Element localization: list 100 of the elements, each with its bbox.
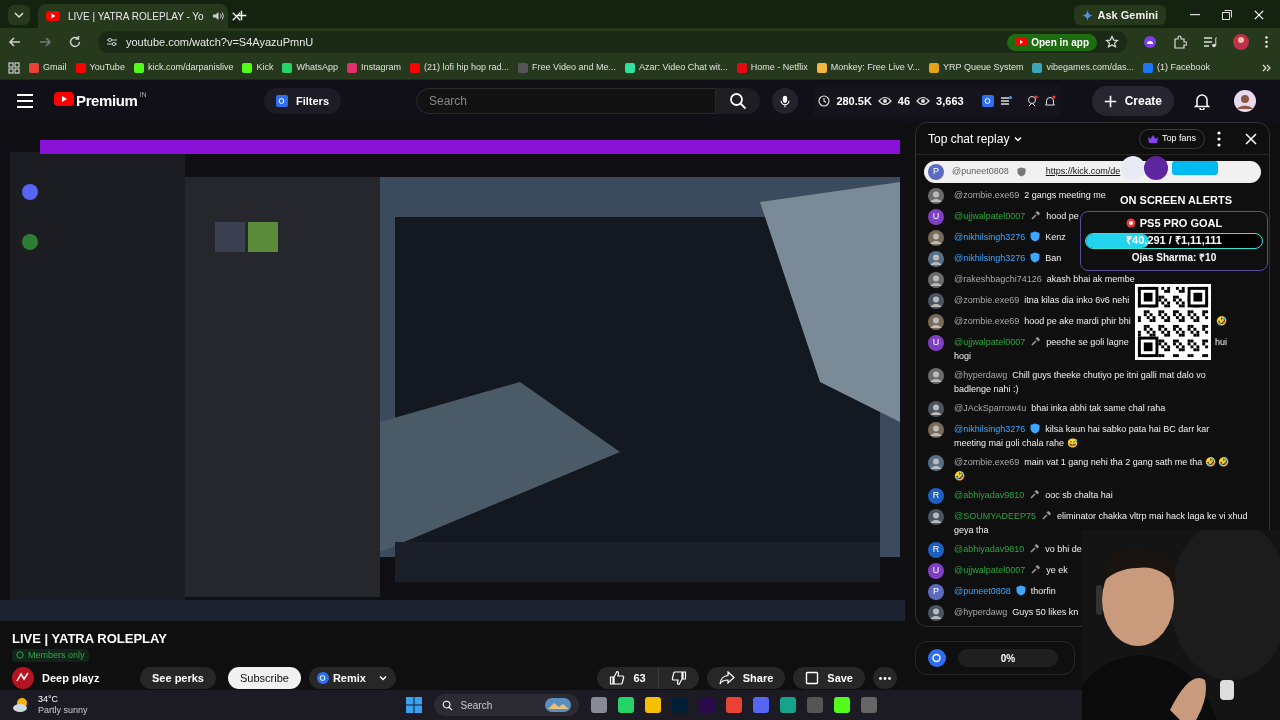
more-button[interactable] — [873, 667, 897, 689]
bookmark-link[interactable]: (1) Facebook — [1143, 60, 1210, 75]
start-icon[interactable] — [405, 697, 422, 713]
taskbar-search[interactable]: Search — [433, 694, 579, 716]
chat-author[interactable]: @zombie.exe69 — [954, 187, 1020, 202]
like-button[interactable]: 63 — [597, 667, 658, 689]
chat-author[interactable]: @zombie.exe69 — [954, 313, 1020, 328]
shield-icon — [1030, 423, 1041, 434]
more-icon[interactable] — [1217, 130, 1221, 147]
create-button[interactable]: Create — [1091, 86, 1174, 116]
ask-gemini-button[interactable]: Ask Gemini — [1074, 5, 1166, 25]
qr-code-icon — [1134, 284, 1212, 360]
remix-button[interactable]: Remix — [308, 667, 396, 689]
weather-icon[interactable] — [12, 697, 30, 713]
chat-author[interactable]: @ujjwalpatel0007 — [954, 562, 1026, 577]
channel-avatar-icon[interactable] — [12, 667, 34, 689]
media-icon[interactable] — [1203, 36, 1217, 48]
bookmark-link[interactable]: Azar: Video Chat wit... — [624, 60, 728, 75]
bookmark-link[interactable]: Kick — [242, 60, 274, 75]
see-perks-button[interactable]: See perks — [140, 667, 216, 689]
chat-author[interactable]: @ujjwalpatel0007 — [954, 208, 1026, 223]
puzzle-icon[interactable] — [1173, 35, 1187, 49]
chat-message: Ban — [1045, 251, 1062, 265]
avatar-icon — [928, 229, 944, 246]
bookmark-link[interactable]: (21) lofi hip hop rad... — [410, 60, 510, 75]
chat-author[interactable]: @nikhilsingh3276 — [954, 250, 1026, 265]
more-icon[interactable] — [1265, 36, 1268, 48]
bookmark-star-icon[interactable] — [1105, 35, 1119, 49]
chat-author[interactable]: @hyperdawg — [954, 367, 1008, 382]
apps-icon[interactable] — [8, 61, 20, 74]
bookmark-link[interactable]: YRP Queue System — [929, 60, 1024, 75]
chat-author[interactable]: @nikhilsingh3276 — [954, 229, 1026, 244]
search-button[interactable] — [716, 88, 760, 114]
address-bar[interactable]: youtube.com/watch?v=S4AyazuPmnU Open in app — [98, 31, 1127, 53]
chat-author[interactable]: @JAckSparrow4u — [954, 400, 1027, 415]
share-button[interactable]: Share — [706, 667, 786, 689]
extension-icon[interactable] — [1143, 35, 1157, 49]
back-icon[interactable] — [8, 35, 22, 49]
bookmark-link[interactable]: kick.com/darpanislive — [133, 60, 234, 75]
search-field[interactable]: Search — [416, 88, 716, 114]
award-icon[interactable] — [1025, 95, 1038, 107]
app-icon[interactable] — [779, 697, 796, 713]
open-in-app-button[interactable]: Open in app — [1007, 33, 1097, 51]
bookmark-link[interactable]: Gmail — [29, 60, 67, 75]
tab-list-icon[interactable] — [8, 5, 30, 25]
meter-app-icon[interactable] — [928, 649, 946, 667]
site-settings-icon[interactable] — [106, 37, 118, 47]
extension-icon[interactable] — [981, 95, 994, 107]
close-icon[interactable] — [1254, 10, 1264, 20]
overflow-chevron-icon[interactable] — [1262, 63, 1272, 72]
folder-icon[interactable] — [644, 697, 661, 713]
user-avatar-icon[interactable] — [1234, 90, 1256, 112]
chat-author[interactable]: @abhiyadav9810 — [954, 487, 1025, 502]
play-icon[interactable] — [833, 697, 850, 713]
chat-app-icon[interactable] — [617, 697, 634, 713]
restore-icon[interactable] — [1222, 10, 1232, 20]
chat-author[interactable]: @rakeshbagchi74126 — [954, 271, 1042, 286]
chat-author[interactable]: @puneet0808 — [954, 583, 1011, 598]
chat-message: Kenz — [1045, 230, 1066, 244]
bookmark-link[interactable]: vibegames.com/das... — [1032, 60, 1134, 75]
chat-author[interactable]: @nikhilsingh3276 — [954, 421, 1026, 436]
menu-icon[interactable] — [16, 94, 34, 108]
speaker-icon[interactable] — [211, 11, 224, 21]
app-icon[interactable] — [860, 697, 877, 713]
filters-button[interactable]: Filters — [264, 88, 341, 114]
bookmark-link[interactable]: WhatsApp — [282, 60, 338, 75]
profile-avatar-icon[interactable] — [1233, 34, 1249, 50]
minimize-icon[interactable] — [1190, 14, 1200, 16]
subscribe-button[interactable]: Subscribe — [228, 667, 301, 689]
chat-author[interactable]: @abhiyadav9810 — [954, 541, 1025, 556]
bookmark-link[interactable]: Home - Netflix — [736, 60, 808, 75]
chat-mode-dropdown[interactable]: Top chat replay — [928, 129, 1024, 148]
pinned-link[interactable]: https://kick.com/de — [1045, 165, 1121, 179]
window-icon[interactable] — [590, 697, 607, 713]
bell-icon[interactable] — [1043, 95, 1056, 107]
bookmark-link[interactable]: YouTube — [75, 60, 125, 75]
notifications-icon[interactable] — [1194, 92, 1210, 110]
chat-author[interactable]: @ujjwalpatel0007 — [954, 334, 1026, 349]
channel-name[interactable]: Deep playz — [42, 669, 132, 687]
browser-icon[interactable] — [725, 697, 742, 713]
dislike-button[interactable] — [657, 667, 699, 689]
chat-author[interactable]: @SOUMYADEEP75 — [954, 508, 1036, 523]
voice-search-button[interactable] — [772, 88, 798, 114]
close-icon[interactable] — [1245, 132, 1257, 145]
premium-logo-text[interactable]: Premium — [76, 89, 138, 113]
bookmark-link[interactable]: Instagram — [346, 60, 401, 75]
forward-icon[interactable] — [38, 35, 52, 49]
bookmark-link[interactable]: Monkey: Free Live V... — [816, 60, 921, 75]
reload-icon[interactable] — [68, 35, 82, 49]
chat-app-icon[interactable] — [752, 697, 769, 713]
youtube-logo-icon[interactable] — [54, 91, 74, 106]
chat-author[interactable]: @puneet0808 — [952, 165, 1009, 179]
list-icon[interactable] — [999, 96, 1012, 106]
save-button[interactable]: Save — [793, 667, 865, 689]
chat-author[interactable]: @zombie.exe69 — [954, 292, 1020, 307]
bookmark-link[interactable]: Free Video and Me... — [518, 60, 616, 75]
new-tab-icon[interactable] — [236, 10, 247, 21]
close-icon[interactable] — [231, 11, 241, 21]
chat-author[interactable]: @zombie.exe69 — [954, 454, 1020, 469]
chat-author[interactable]: @hyperdawg — [954, 604, 1008, 619]
